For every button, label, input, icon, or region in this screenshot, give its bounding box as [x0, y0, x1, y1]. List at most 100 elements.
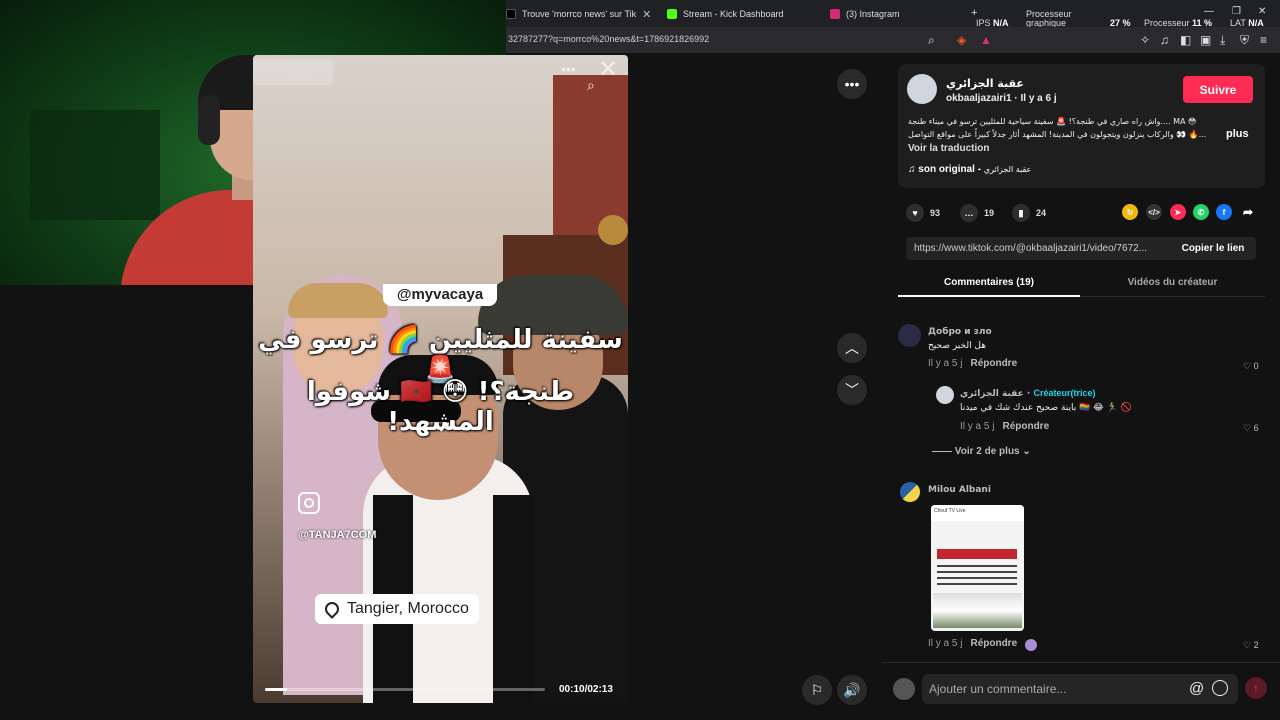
comment-like[interactable]: ♡ 0: [1243, 361, 1259, 372]
author-handle[interactable]: okbaaljazairi1: [946, 93, 1012, 104]
reply-time: Il y a 5 j: [960, 421, 995, 432]
reply-button[interactable]: Répondre: [1002, 421, 1049, 432]
view-more-replies-button[interactable]: —— Voir 2 de plus ⌄: [932, 446, 1031, 457]
volume-icon[interactable]: 🔊: [837, 675, 867, 705]
like-action[interactable]: ♥ 93: [906, 203, 940, 223]
tab-creator-videos[interactable]: Vidéos du créateur: [1080, 277, 1265, 288]
new-tab-icon[interactable]: +: [971, 8, 977, 19]
share-link-url[interactable]: https://www.tiktok.com/@okbaaljazairi1/v…: [914, 243, 1166, 254]
zoom-icon[interactable]: ⌕: [928, 33, 935, 48]
share-icon[interactable]: ➦: [1240, 204, 1256, 220]
next-video-button[interactable]: ﹀: [837, 375, 867, 405]
reply-button[interactable]: Répondre: [970, 358, 1017, 369]
video-caption-line1: سفينة للمثليين 🌈 ترسو في 🚨: [258, 325, 623, 385]
vpn-icon[interactable]: ⛨: [1240, 33, 1249, 48]
comment-like-count: 2: [1253, 640, 1259, 650]
more-icon[interactable]: •••: [561, 61, 576, 77]
mouse-cursor-icon: ➚: [438, 419, 452, 436]
location-label: Tangier, Morocco: [347, 600, 469, 617]
repost-icon[interactable]: ↻: [1122, 204, 1138, 220]
comment-author[interactable]: Добро и зло: [928, 327, 992, 337]
reply-like-count: 6: [1253, 423, 1259, 433]
comment-image[interactable]: Chouf TV Live: [931, 505, 1024, 631]
heart-outline-icon[interactable]: ♡: [1243, 423, 1251, 433]
music-author: عقبة الجزائري: [983, 165, 1032, 174]
like-count: 93: [930, 208, 941, 218]
search-icon[interactable]: ⌕: [587, 77, 595, 94]
heart-icon[interactable]: ♥: [906, 204, 924, 222]
maximize-icon[interactable]: ❐: [1232, 7, 1241, 17]
comment-avatar[interactable]: [898, 324, 921, 347]
browser-tab-bar: Trouve 'morrco news' sur Tik ✕ Stream - …: [506, 0, 1280, 28]
post-description-line1: واش راه صاري في طنجة؟! 🚨 سفينة سياحية لل…: [908, 117, 1197, 126]
follow-button[interactable]: Suivre: [1183, 76, 1253, 103]
more-description-button[interactable]: plus: [1226, 128, 1249, 140]
reply-author[interactable]: عقبة الجزائري · Créateur(trice): [960, 388, 1096, 399]
author-avatar[interactable]: [907, 74, 937, 104]
minimize-icon[interactable]: —: [1204, 7, 1214, 17]
video-person-left-hair: [288, 283, 388, 318]
author-name[interactable]: عقبة الجزائري: [946, 77, 1024, 90]
comment-like[interactable]: ♡ 2: [1243, 640, 1259, 651]
tab-tiktok[interactable]: Trouve 'morrco news' sur Tik ✕: [506, 4, 656, 24]
facebook-icon[interactable]: f: [1216, 204, 1232, 220]
tab-kick[interactable]: Stream - Kick Dashboard: [667, 4, 817, 24]
comment-time: Il y a 5 j: [928, 358, 963, 369]
video-progress-bar[interactable]: [265, 688, 545, 691]
sidebar-icon[interactable]: ◧: [1180, 33, 1191, 47]
video-instagram-handle: @TANJA7COM: [298, 529, 377, 541]
brave-shield-icon[interactable]: ◈: [957, 33, 966, 47]
headset-left-icon: [198, 95, 220, 145]
save-action[interactable]: ▮ 24: [1012, 203, 1046, 223]
creator-badge: Créateur(trice): [1033, 388, 1096, 398]
screen: { "tabs": [ {"label": "Trouve 'morrco ne…: [0, 0, 1280, 720]
tiktok-icon: [506, 9, 516, 19]
perf-gpu-label: Processeur graphique: [1026, 9, 1072, 28]
translate-button[interactable]: Voir la traduction: [908, 143, 990, 154]
menu-icon[interactable]: ≡: [1260, 33, 1267, 47]
music-note-icon: ♫: [908, 164, 919, 175]
reply-author-name: عقبة الجزائري: [960, 389, 1024, 399]
mention-icon[interactable]: @: [1189, 680, 1204, 697]
reply-button[interactable]: Répondre: [970, 638, 1017, 649]
whatsapp-icon[interactable]: ✆: [1193, 204, 1209, 220]
video-follow-button[interactable]: llow: [253, 59, 333, 85]
tab-instagram[interactable]: (3) Instagram: [830, 4, 950, 24]
location-sticker: Tangier, Morocco: [315, 594, 479, 624]
comment-icon[interactable]: …: [960, 204, 978, 222]
more-replies-label: Voir 2 de plus: [954, 446, 1020, 457]
rewards-icon[interactable]: ▲: [980, 33, 992, 47]
send-comment-button[interactable]: ↑: [1245, 677, 1267, 699]
tab-label: (3) Instagram: [846, 9, 900, 19]
reply-like[interactable]: ♡ 6: [1243, 423, 1259, 434]
close-icon[interactable]: ✕: [598, 55, 618, 84]
extensions-icon[interactable]: ✧: [1140, 33, 1150, 47]
close-window-icon[interactable]: ✕: [1258, 7, 1266, 17]
heart-outline-icon[interactable]: ♡: [1243, 640, 1251, 650]
url-field[interactable]: 32787277?q=morrco%20news&t=1786921826992: [508, 34, 709, 44]
wallet-icon[interactable]: ▣: [1200, 33, 1211, 47]
comment-text: هل الخبر صحيح: [928, 341, 986, 351]
send-icon[interactable]: ➤: [1170, 204, 1186, 220]
embed-icon[interactable]: </>: [1146, 204, 1162, 220]
music-link[interactable]: ♫ son original - عقبة الجزائري: [908, 164, 1031, 175]
previous-video-button[interactable]: ︿: [837, 333, 867, 363]
media-icon[interactable]: ♫: [1160, 33, 1169, 47]
comment-avatar[interactable]: [900, 482, 920, 502]
copy-link-button[interactable]: Copier le lien: [1170, 237, 1256, 260]
kick-icon: [667, 9, 677, 19]
video-player[interactable]: llow ••• ✕ ⌕ @myvacaya سفينة للمثليين 🌈 …: [253, 55, 628, 703]
emoji-icon[interactable]: [1212, 680, 1228, 696]
report-icon[interactable]: ⚐: [802, 675, 832, 705]
more-options-icon[interactable]: •••: [837, 69, 867, 99]
tab-comments[interactable]: Commentaires (19): [898, 277, 1080, 288]
comment-action[interactable]: … 19: [960, 203, 994, 223]
video-time: 00:10/02:13: [559, 684, 613, 695]
reply-avatar[interactable]: [936, 386, 954, 404]
close-tab-icon[interactable]: ✕: [642, 8, 651, 21]
comment-author[interactable]: Milou Albani: [928, 485, 991, 495]
heart-outline-icon[interactable]: ♡: [1243, 361, 1251, 371]
bookmark-icon[interactable]: ▮: [1012, 204, 1030, 222]
downloads-icon[interactable]: ⤓: [1220, 33, 1225, 48]
reply-text: باينة صحيح عندك شك في ميدنا 🏳️‍🌈 😂 🏃‍♂️ …: [960, 403, 1132, 413]
